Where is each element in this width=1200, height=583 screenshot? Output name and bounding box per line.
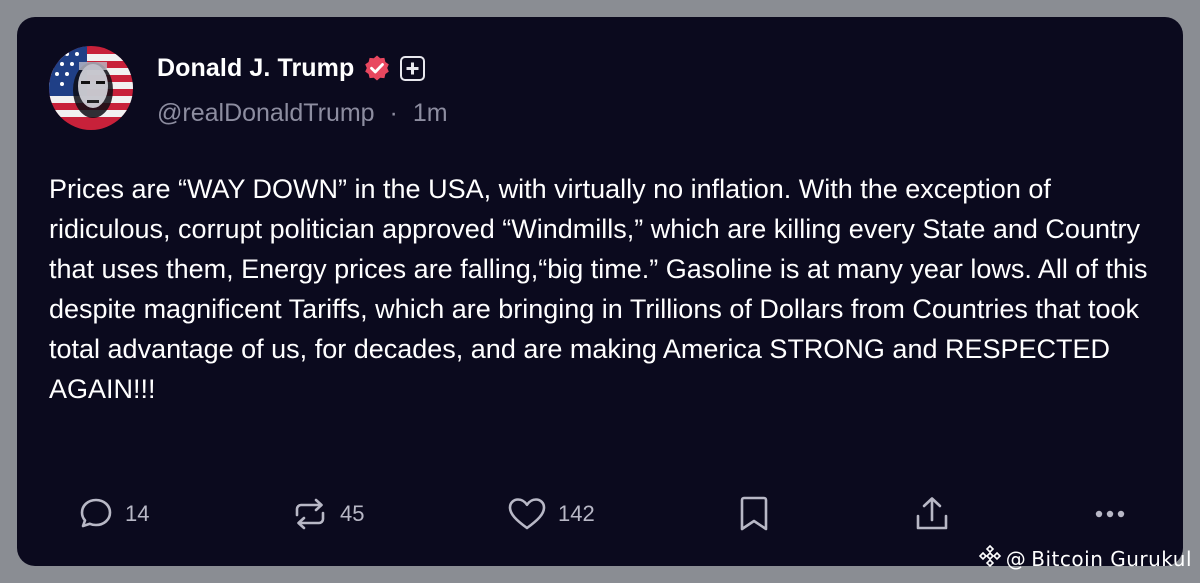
verified-badge-icon	[363, 54, 391, 82]
avatar[interactable]	[49, 46, 133, 130]
author-row: Donald J. Trump	[157, 50, 426, 86]
repost-button[interactable]: 45	[290, 492, 364, 536]
author-name[interactable]: Donald J. Trump	[157, 54, 354, 83]
repost-count: 45	[340, 501, 365, 526]
separator-dot: ·	[389, 99, 398, 127]
watermark: @ Bitcoin Gurukul	[978, 544, 1192, 573]
repost-icon	[290, 495, 330, 533]
action-bar: 14 45 142	[17, 492, 1183, 536]
bookmark-icon	[737, 494, 771, 534]
post-time[interactable]: 1m	[413, 99, 448, 127]
reply-button[interactable]: 14	[77, 492, 149, 536]
handle-row: @realDonaldTrump · 1m	[157, 99, 448, 128]
more-button[interactable]	[1091, 492, 1129, 536]
reply-icon	[77, 495, 115, 533]
avatar-image	[49, 46, 133, 130]
author-handle[interactable]: @realDonaldTrump	[157, 99, 375, 127]
like-button[interactable]: 142	[506, 492, 595, 536]
share-icon	[913, 494, 951, 534]
watermark-text: Bitcoin Gurukul	[1031, 546, 1192, 571]
like-count: 142	[558, 501, 595, 526]
share-button[interactable]	[913, 492, 951, 536]
bookmark-button[interactable]	[737, 492, 771, 536]
plus-badge-icon	[400, 55, 426, 81]
heart-icon	[506, 495, 548, 533]
reply-count: 14	[125, 501, 150, 526]
watermark-at: @	[1005, 546, 1027, 571]
post-text: Prices are “WAY DOWN” in the USA, with v…	[49, 174, 1148, 404]
watermark-logo-icon	[978, 544, 1002, 573]
post-card: Donald J. Trump @realDonaldTrump · 1m Pr…	[17, 17, 1183, 566]
more-icon	[1091, 495, 1129, 533]
